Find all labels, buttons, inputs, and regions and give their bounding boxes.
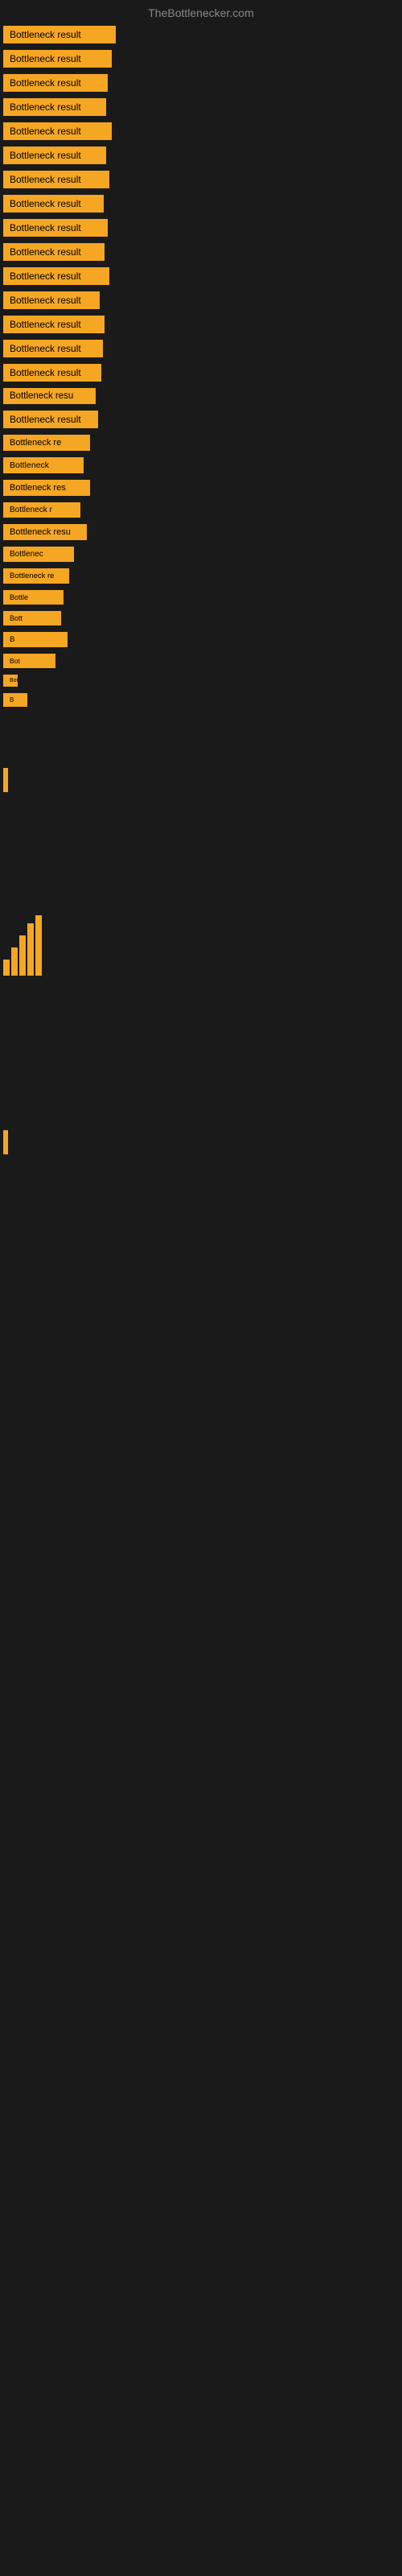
- bottleneck-badge: Bottleneck res: [3, 480, 90, 496]
- bar-indicator-2: [3, 1130, 8, 1154]
- list-item[interactable]: Bottleneck result: [3, 316, 402, 333]
- list-item[interactable]: Bottleneck result: [3, 411, 402, 428]
- chart-area: [0, 911, 402, 976]
- list-item[interactable]: Bottle: [3, 590, 402, 605]
- bottleneck-badge: Bottleneck result: [3, 411, 98, 428]
- chart-bar: [3, 960, 10, 976]
- spacer-6: [0, 1075, 402, 1124]
- bottleneck-badge: Bottleneck result: [3, 98, 106, 116]
- chart-bar: [27, 923, 34, 976]
- list-item[interactable]: Bottleneck resu: [3, 524, 402, 540]
- list-item[interactable]: Bottleneck result: [3, 219, 402, 237]
- spacer: [0, 713, 402, 762]
- bottleneck-badge: Bottleneck result: [3, 26, 116, 43]
- bottleneck-badge: Bottleneck result: [3, 364, 101, 382]
- site-title: TheBottlenecker.com: [0, 0, 402, 23]
- list-item[interactable]: Bottleneck result: [3, 50, 402, 68]
- bottleneck-badge: Bottleneck result: [3, 291, 100, 309]
- list-item[interactable]: Bottlenec: [3, 547, 402, 562]
- bottleneck-badge: Bott: [3, 611, 61, 625]
- bottleneck-badge: B: [3, 693, 27, 707]
- items-container: Bottleneck result Bottleneck result Bott…: [0, 23, 402, 707]
- list-item[interactable]: Bottleneck result: [3, 340, 402, 357]
- list-item[interactable]: Bottleneck result: [3, 195, 402, 213]
- spacer-5: [0, 1027, 402, 1075]
- bottleneck-badge: Bottleneck result: [3, 122, 112, 140]
- bottleneck-badge: Bottleneck resu: [3, 388, 96, 404]
- list-item[interactable]: Bottleneck: [3, 457, 402, 473]
- bottleneck-badge: Bottleneck: [3, 457, 84, 473]
- list-item[interactable]: Bottleneck result: [3, 171, 402, 188]
- list-item[interactable]: Bottleneck result: [3, 291, 402, 309]
- list-item[interactable]: Bottleneck result: [3, 122, 402, 140]
- bottleneck-badge: Bottleneck result: [3, 50, 112, 68]
- chart-bar: [11, 947, 18, 976]
- list-item[interactable]: B: [3, 632, 402, 647]
- chart-bar-row: [3, 911, 399, 976]
- list-item[interactable]: Bottleneck result: [3, 147, 402, 164]
- list-item[interactable]: Bottleneck result: [3, 364, 402, 382]
- spacer-4: [0, 979, 402, 1027]
- bottleneck-badge: Bottleneck result: [3, 74, 108, 92]
- bottleneck-badge: Bottleneck result: [3, 195, 104, 213]
- list-item[interactable]: Bottleneck r: [3, 502, 402, 518]
- list-item[interactable]: Bottleneck res: [3, 480, 402, 496]
- bottleneck-badge: Bottleneck re: [3, 435, 90, 451]
- bottleneck-badge: Bottleneck result: [3, 171, 109, 188]
- list-item[interactable]: Bottleneck result: [3, 243, 402, 261]
- spacer-3: [0, 847, 402, 895]
- bottleneck-badge: Bot: [3, 654, 55, 668]
- bottleneck-badge: Bottlen: [3, 675, 18, 687]
- chart-bar: [35, 915, 42, 976]
- list-item[interactable]: B: [3, 693, 402, 707]
- bottleneck-badge: Bottleneck result: [3, 147, 106, 164]
- list-item[interactable]: Bottlen: [3, 675, 402, 687]
- bottleneck-badge: Bottleneck result: [3, 316, 105, 333]
- list-item[interactable]: Bottleneck re: [3, 435, 402, 451]
- bottleneck-badge: Bottleneck r: [3, 502, 80, 518]
- list-item[interactable]: Bottleneck result: [3, 98, 402, 116]
- list-item[interactable]: Bottleneck result: [3, 267, 402, 285]
- list-item[interactable]: Bottleneck result: [3, 26, 402, 43]
- bottleneck-badge: Bottlenec: [3, 547, 74, 562]
- bottleneck-badge: Bottle: [3, 590, 64, 605]
- chart-bar: [19, 935, 26, 976]
- bottleneck-badge: Bottleneck result: [3, 219, 108, 237]
- list-item[interactable]: Bot: [3, 654, 402, 668]
- list-item[interactable]: Bottleneck re: [3, 568, 402, 584]
- list-item[interactable]: Bottleneck resu: [3, 388, 402, 404]
- bottleneck-badge: Bottleneck result: [3, 243, 105, 261]
- bar-indicator: [3, 768, 8, 792]
- list-item[interactable]: Bott: [3, 611, 402, 625]
- bottleneck-badge: Bottleneck result: [3, 340, 103, 357]
- bottleneck-badge: Bottleneck result: [3, 267, 109, 285]
- bottleneck-badge: B: [3, 632, 68, 647]
- bottleneck-badge: Bottleneck resu: [3, 524, 87, 540]
- list-item[interactable]: Bottleneck result: [3, 74, 402, 92]
- spacer-2: [0, 799, 402, 847]
- bottleneck-badge: Bottleneck re: [3, 568, 69, 584]
